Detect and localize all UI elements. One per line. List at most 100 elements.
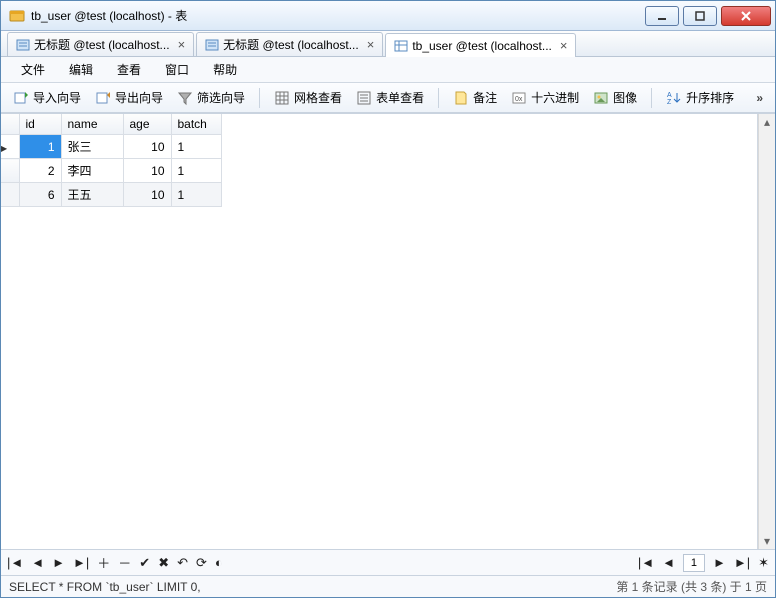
table-icon — [394, 39, 408, 53]
note-icon — [453, 90, 469, 106]
tab-1[interactable]: 无标题 @test (localhost... × — [196, 32, 383, 56]
cell-id[interactable]: 6 — [19, 183, 61, 207]
cell-batch[interactable]: 1 — [171, 135, 221, 159]
tab-close-icon[interactable]: × — [367, 38, 375, 51]
label: 网格查看 — [294, 89, 342, 106]
page-prev-icon[interactable]: ◄ — [662, 555, 675, 570]
commit-icon[interactable]: ✔ — [139, 555, 150, 571]
label: 十六进制 — [531, 89, 579, 106]
cell-name[interactable]: 王五 — [61, 183, 123, 207]
next-record-icon[interactable]: ► — [52, 555, 65, 570]
separator — [438, 88, 439, 108]
label: 表单查看 — [376, 89, 424, 106]
vertical-scrollbar[interactable]: ▴ ▾ — [758, 114, 775, 549]
import-icon — [13, 90, 29, 106]
label: 升序排序 — [686, 89, 734, 106]
tab-label: 无标题 @test (localhost... — [34, 36, 170, 53]
image-button[interactable]: 图像 — [587, 86, 643, 109]
row-indicator — [1, 159, 19, 183]
scroll-up-icon[interactable]: ▴ — [759, 114, 775, 130]
page-number-input[interactable] — [683, 554, 705, 572]
cell-age[interactable]: 10 — [123, 135, 171, 159]
page-first-icon[interactable]: |◄ — [638, 555, 654, 570]
prev-record-icon[interactable]: ◄ — [31, 555, 44, 570]
maximize-button[interactable] — [683, 6, 717, 26]
query-icon — [205, 38, 219, 52]
cell-id[interactable]: 1 — [19, 135, 61, 159]
filter-wizard-button[interactable]: 筛选向导 — [171, 86, 251, 109]
refresh-icon[interactable]: ⟳ — [196, 555, 207, 571]
hex-button[interactable]: 0x 十六进制 — [505, 86, 585, 109]
table-row[interactable]: 6 王五 10 1 — [1, 183, 221, 207]
menu-help[interactable]: 帮助 — [201, 57, 249, 82]
col-age[interactable]: age — [123, 114, 171, 135]
add-record-icon[interactable]: ＋ — [97, 553, 110, 572]
table-row[interactable]: 1 张三 10 1 — [1, 135, 221, 159]
cell-name[interactable]: 李四 — [61, 159, 123, 183]
menu-window[interactable]: 窗口 — [153, 57, 201, 82]
page-next-icon[interactable]: ► — [713, 555, 726, 570]
last-record-icon[interactable]: ►| — [73, 555, 89, 570]
menu-edit[interactable]: 编辑 — [57, 57, 105, 82]
toolbar-overflow-icon[interactable]: » — [750, 91, 769, 105]
col-name[interactable]: name — [61, 114, 123, 135]
delete-record-icon[interactable]: － — [118, 553, 131, 572]
cell-age[interactable]: 10 — [123, 183, 171, 207]
row-header-corner — [1, 114, 19, 135]
grid-view-button[interactable]: 网格查看 — [268, 86, 348, 109]
cell-batch[interactable]: 1 — [171, 183, 221, 207]
label: 备注 — [473, 89, 497, 106]
cell-name[interactable]: 张三 — [61, 135, 123, 159]
separator — [651, 88, 652, 108]
col-batch[interactable]: batch — [171, 114, 221, 135]
data-grid[interactable]: id name age batch 1 张三 10 1 — [1, 114, 758, 549]
form-view-button[interactable]: 表单查看 — [350, 86, 430, 109]
tab-2[interactable]: tb_user @test (localhost... × — [385, 33, 576, 57]
tab-close-icon[interactable]: × — [178, 38, 186, 51]
record-nav-bar: |◄ ◄ ► ►| ＋ － ✔ ✖ ↶ ⟳ ◐ |◄ ◄ ► ►| ✶ — [1, 549, 775, 575]
content-area: id name age batch 1 张三 10 1 — [1, 113, 775, 549]
first-record-icon[interactable]: |◄ — [7, 555, 23, 570]
export-wizard-button[interactable]: 导出向导 — [89, 86, 169, 109]
status-bar: SELECT * FROM `tb_user` LIMIT 0, 第 1 条记录… — [1, 575, 775, 597]
import-wizard-button[interactable]: 导入向导 — [7, 86, 87, 109]
scroll-track[interactable] — [759, 130, 775, 533]
table-row[interactable]: 2 李四 10 1 — [1, 159, 221, 183]
sort-asc-button[interactable]: AZ 升序排序 — [660, 86, 740, 109]
row-indicator-icon — [1, 135, 19, 159]
settings-icon[interactable]: ✶ — [758, 555, 769, 571]
close-button[interactable] — [721, 6, 771, 26]
app-window: tb_user @test (localhost) - 表 无标题 @test … — [0, 0, 776, 598]
cell-id[interactable]: 2 — [19, 159, 61, 183]
toolbar: 导入向导 导出向导 筛选向导 网格查看 表单查看 备注 0x 十六进制 — [1, 83, 775, 113]
grid-icon — [274, 90, 290, 106]
page-last-icon[interactable]: ►| — [734, 555, 750, 570]
form-icon — [356, 90, 372, 106]
hex-icon: 0x — [511, 90, 527, 106]
label: 导出向导 — [115, 89, 163, 106]
svg-text:Z: Z — [667, 99, 672, 106]
title-bar: tb_user @test (localhost) - 表 — [1, 1, 775, 31]
cell-age[interactable]: 10 — [123, 159, 171, 183]
note-button[interactable]: 备注 — [447, 86, 503, 109]
menu-file[interactable]: 文件 — [9, 57, 57, 82]
cell-batch[interactable]: 1 — [171, 159, 221, 183]
cancel-icon[interactable]: ✖ — [158, 555, 169, 571]
label: 导入向导 — [33, 89, 81, 106]
status-info: 第 1 条记录 (共 3 条) 于 1 页 — [616, 578, 767, 595]
tab-label: tb_user @test (localhost... — [412, 39, 552, 53]
minimize-button[interactable] — [645, 6, 679, 26]
app-icon — [9, 8, 25, 24]
sort-asc-icon: AZ — [666, 90, 682, 106]
undo-icon[interactable]: ↶ — [177, 555, 188, 571]
label: 筛选向导 — [197, 89, 245, 106]
svg-text:A: A — [667, 92, 672, 99]
menu-view[interactable]: 查看 — [105, 57, 153, 82]
tab-bar: 无标题 @test (localhost... × 无标题 @test (loc… — [1, 31, 775, 57]
col-id[interactable]: id — [19, 114, 61, 135]
tab-close-icon[interactable]: × — [560, 39, 568, 52]
tab-0[interactable]: 无标题 @test (localhost... × — [7, 32, 194, 56]
scroll-down-icon[interactable]: ▾ — [759, 533, 775, 549]
stop-icon[interactable]: ◐ — [215, 555, 223, 570]
menu-bar: 文件 编辑 查看 窗口 帮助 — [1, 57, 775, 83]
